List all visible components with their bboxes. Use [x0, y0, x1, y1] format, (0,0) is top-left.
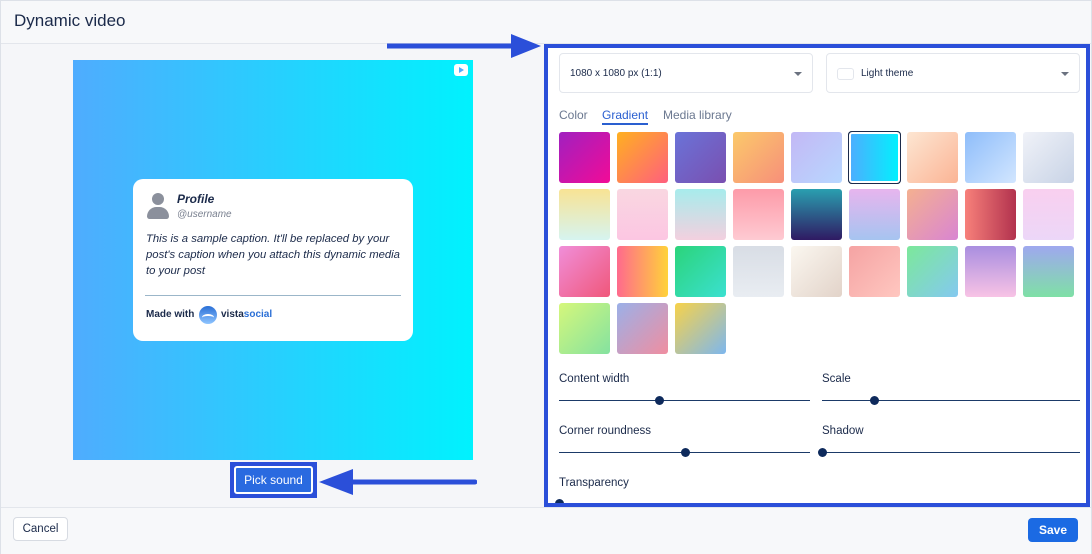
gradient-swatch[interactable] — [675, 189, 726, 240]
size-select[interactable]: 1080 x 1080 px (1:1) — [559, 53, 813, 93]
theme-select[interactable]: Light theme — [826, 53, 1080, 93]
post-card: Profile @username This is a sample capti… — [133, 179, 413, 341]
gradient-swatch[interactable] — [965, 132, 1016, 183]
cancel-button[interactable]: Cancel — [13, 517, 68, 541]
arrow-left-icon — [319, 469, 477, 495]
gradient-swatch[interactable] — [675, 303, 726, 354]
shadow-label: Shadow — [822, 425, 864, 437]
gradient-swatch[interactable] — [907, 246, 958, 297]
transparency-label: Transparency — [559, 477, 629, 489]
brand-name-part2: social — [243, 309, 273, 320]
dialog-footer: Cancel Save — [1, 507, 1091, 554]
pick-sound-highlight: Pick sound — [230, 462, 317, 498]
transparency-slider[interactable] — [555, 499, 810, 503]
dynamic-video-dialog: Dynamic video Profile @username This is … — [0, 0, 1092, 554]
content-width-slider[interactable] — [559, 396, 810, 405]
arrow-right-icon — [387, 34, 541, 58]
profile-name: Profile — [177, 192, 215, 206]
dialog-header: Dynamic video — [1, 1, 1091, 44]
gradient-swatch[interactable] — [733, 246, 784, 297]
chevron-down-icon — [1061, 72, 1069, 76]
username: @username — [177, 209, 232, 220]
gradient-swatch[interactable] — [1023, 132, 1074, 183]
theme-select-value: Light theme — [861, 68, 914, 79]
gradient-swatch[interactable] — [791, 132, 842, 183]
gradient-swatch[interactable] — [733, 189, 784, 240]
gradient-swatch[interactable] — [849, 189, 900, 240]
gradient-swatch[interactable] — [675, 132, 726, 183]
gradient-swatch[interactable] — [675, 246, 726, 297]
slider-thumb[interactable] — [818, 448, 827, 457]
tab-color[interactable]: Color — [559, 108, 588, 122]
gradient-swatch[interactable] — [1023, 189, 1074, 240]
shadow-slider[interactable] — [818, 448, 1080, 457]
gradient-swatch[interactable] — [907, 189, 958, 240]
gradient-swatch[interactable] — [907, 132, 958, 183]
gradient-swatch[interactable] — [559, 303, 610, 354]
scale-label: Scale — [822, 373, 851, 385]
gradient-swatch[interactable] — [559, 246, 610, 297]
gradient-swatch[interactable] — [559, 189, 610, 240]
card-divider — [145, 295, 401, 296]
corner-roundness-label: Corner roundness — [559, 425, 652, 437]
theme-swatch-icon — [837, 68, 854, 80]
gradient-swatch[interactable] — [617, 189, 668, 240]
vistasocial-logo-icon — [199, 306, 217, 324]
gradient-swatch[interactable] — [617, 303, 668, 354]
post-caption: This is a sample caption. It'll be repla… — [146, 233, 400, 277]
tab-gradient[interactable]: Gradient — [602, 108, 649, 125]
slider-thumb[interactable] — [680, 448, 690, 457]
gradient-swatch[interactable] — [965, 246, 1016, 297]
style-settings-panel: 1080 x 1080 px (1:1) Light theme Color G… — [544, 44, 1090, 507]
avatar — [147, 193, 169, 219]
brand-name-part1: vista — [221, 309, 244, 320]
chevron-down-icon — [794, 72, 802, 76]
slider-thumb[interactable] — [555, 499, 564, 503]
save-button[interactable]: Save — [1028, 518, 1078, 542]
content-width-label: Content width — [559, 373, 630, 385]
gradient-swatch[interactable] — [733, 132, 784, 183]
slider-thumb[interactable] — [655, 396, 665, 405]
gradient-swatch[interactable] — [617, 132, 668, 183]
tab-media-library[interactable]: Media library — [663, 108, 732, 122]
brand-name: vistasocial — [221, 309, 272, 320]
pick-sound-button[interactable]: Pick sound — [234, 466, 313, 494]
gradient-swatch[interactable] — [848, 131, 901, 184]
play-icon[interactable] — [454, 64, 468, 76]
gradient-swatch[interactable] — [559, 132, 610, 183]
slider-thumb[interactable] — [869, 396, 879, 405]
gradient-swatch[interactable] — [617, 246, 668, 297]
gradient-swatch[interactable] — [965, 189, 1016, 240]
dialog-title: Dynamic video — [14, 11, 126, 30]
scale-slider[interactable] — [822, 396, 1080, 405]
corner-roundness-slider[interactable] — [559, 448, 810, 457]
gradient-swatch[interactable] — [849, 246, 900, 297]
size-select-value: 1080 x 1080 px (1:1) — [570, 68, 662, 79]
video-preview: Profile @username This is a sample capti… — [73, 60, 473, 460]
gradient-swatch[interactable] — [1023, 246, 1074, 297]
gradient-swatch[interactable] — [791, 246, 842, 297]
made-with-label: Made with — [146, 309, 195, 320]
gradient-swatch[interactable] — [791, 189, 842, 240]
